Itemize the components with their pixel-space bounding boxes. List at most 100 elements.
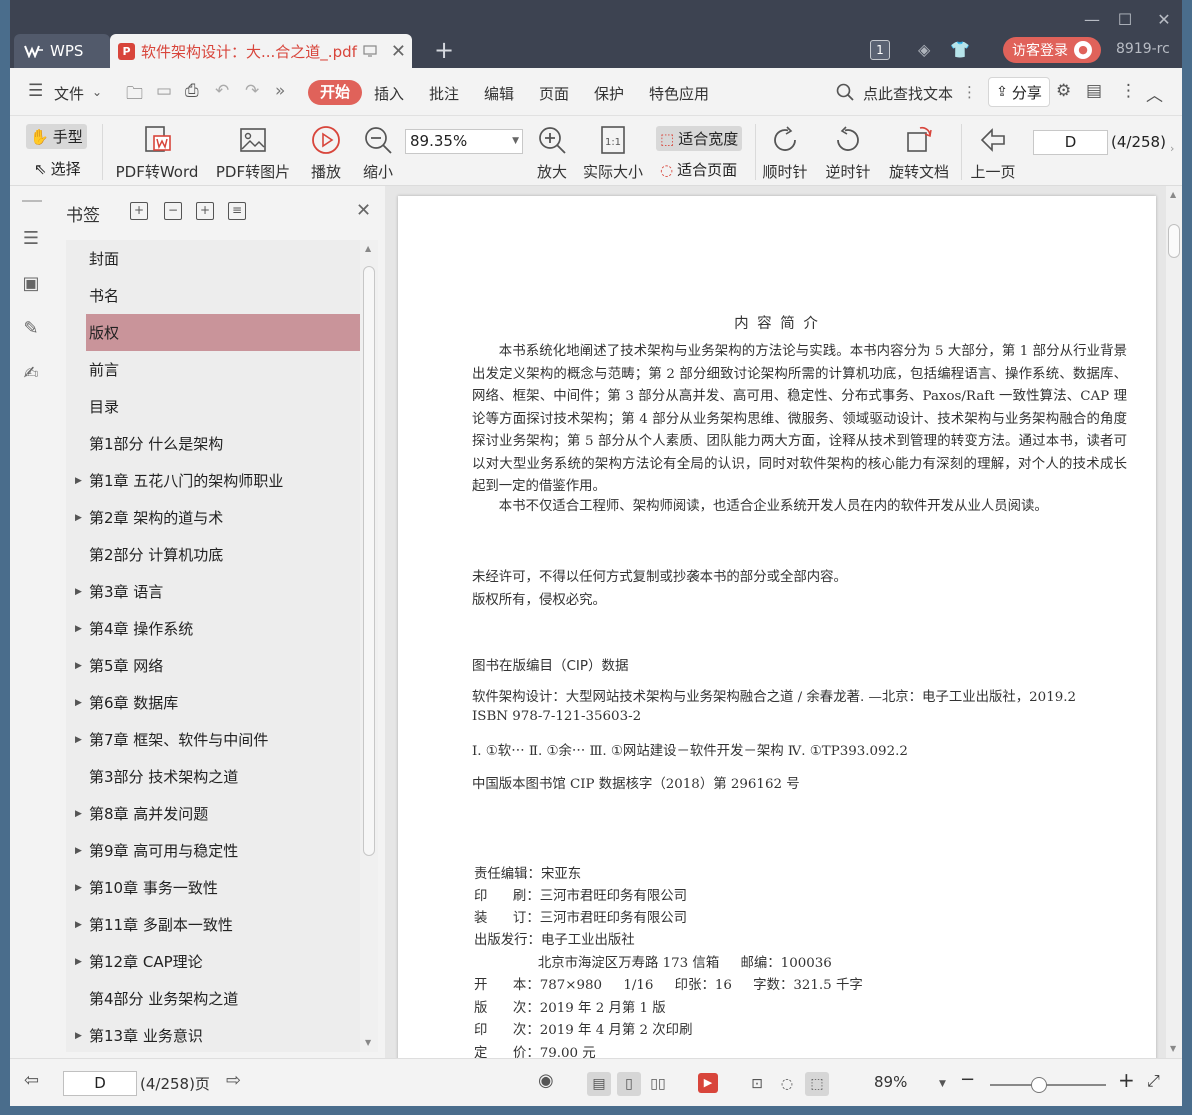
bookmark-item[interactable]: 第3部分 技术架构之道 <box>66 758 360 795</box>
share-button[interactable]: ⇪ 分享 <box>988 77 1050 107</box>
tab-features[interactable]: 特色应用 <box>649 83 709 104</box>
select-tool-button[interactable]: ⇖ 选择 <box>30 156 85 181</box>
fit-width-button[interactable]: ⬚ 适合宽度 <box>656 126 743 151</box>
bookmark-item[interactable]: 书名 <box>66 277 360 314</box>
comment-icon[interactable]: ▤ <box>1086 81 1102 101</box>
page-number-input[interactable]: D <box>1033 130 1108 155</box>
zoom-dropdown-arrow-icon[interactable]: ▼ <box>939 1079 946 1089</box>
bookmark-item[interactable]: 第2部分 计算机功底 <box>66 536 360 573</box>
expand-triangle-icon[interactable]: ▶ <box>75 624 82 634</box>
bookmark-item[interactable]: 版权 <box>86 314 360 351</box>
expand-triangle-icon[interactable]: ▶ <box>75 846 82 856</box>
zoom-level-select[interactable]: 89.35% ▼ <box>405 129 523 154</box>
print-icon[interactable]: ⎙ <box>185 81 199 101</box>
add-bookmark-icon[interactable]: + <box>196 202 214 220</box>
tab-annotate[interactable]: 批注 <box>429 83 459 104</box>
bookmark-item[interactable]: ▶ 第11章 多副本一致性 <box>66 906 360 943</box>
continuous-view-icon[interactable]: ▤ <box>587 1072 611 1096</box>
bookmark-item[interactable]: 前言 <box>66 351 360 388</box>
fit-page-button[interactable]: ◌ 适合页面 <box>656 157 741 182</box>
prev-page-arrow-icon[interactable]: ⇦ <box>24 1070 39 1091</box>
expand-triangle-icon[interactable]: ▶ <box>75 476 82 486</box>
fit-width-status-icon[interactable]: ⬚ <box>805 1072 829 1096</box>
hand-tool-button[interactable]: ✋ 手型 <box>26 124 87 149</box>
tab-edit[interactable]: 编辑 <box>484 83 514 104</box>
scroll-up-arrow-icon[interactable]: ▲ <box>1170 190 1176 199</box>
bookmark-item[interactable]: ▶ 第6章 数据库 <box>66 684 360 721</box>
more-chevron-icon[interactable]: » <box>275 81 285 101</box>
annotation-pen-icon[interactable]: ✎ <box>20 318 42 340</box>
new-tab-button[interactable]: + <box>434 36 454 64</box>
tab-wps-home[interactable]: WPS <box>14 34 110 68</box>
ribbon-scroll-right-icon[interactable]: › <box>1170 142 1174 155</box>
bookmark-item[interactable]: ▶ 第9章 高可用与稳定性 <box>66 832 360 869</box>
bookmark-item[interactable]: 封面 <box>66 240 360 277</box>
fullscreen-icon[interactable]: ⤢ <box>1147 1071 1160 1091</box>
save-icon[interactable]: ▭ <box>156 81 172 101</box>
expand-triangle-icon[interactable]: ▶ <box>75 735 82 745</box>
maximize-button[interactable]: ☐ <box>1115 10 1135 29</box>
two-page-view-icon[interactable]: ▯▯ <box>646 1072 670 1096</box>
bookmark-item[interactable]: ▶ 第2章 架构的道与术 <box>66 499 360 536</box>
single-page-view-icon[interactable]: ▯ <box>617 1072 641 1096</box>
tab-close-icon[interactable]: ✕ <box>391 41 406 62</box>
bookmark-scroll-thumb[interactable] <box>363 266 375 856</box>
open-folder-icon[interactable]: 🗀 <box>126 81 143 110</box>
scroll-down-arrow-icon[interactable]: ▼ <box>1170 1044 1176 1053</box>
actual-size-status-icon[interactable]: ⊡ <box>745 1072 769 1096</box>
bookmark-item[interactable]: ▶ 第10章 事务一致性 <box>66 869 360 906</box>
bookmark-item[interactable]: ▶ 第8章 高并发问题 <box>66 795 360 832</box>
zoom-out-button[interactable]: 缩小 <box>358 122 398 182</box>
scroll-up-arrow-icon[interactable]: ▲ <box>365 244 371 253</box>
expand-triangle-icon[interactable]: ▶ <box>75 957 82 967</box>
previous-page-button[interactable]: 上一页 <box>970 122 1016 182</box>
expand-triangle-icon[interactable]: ▶ <box>75 920 82 930</box>
find-text-link[interactable]: 点此查找文本 <box>863 83 953 104</box>
bookmark-item[interactable]: ▶ 第4章 操作系统 <box>66 610 360 647</box>
bookmark-item[interactable]: ▶ 第7章 框架、软件与中间件 <box>66 721 360 758</box>
shirt-icon[interactable]: 👕 <box>950 40 970 59</box>
expand-all-icon[interactable]: + <box>130 202 148 220</box>
zoom-in-plus-icon[interactable]: + <box>1118 1068 1135 1092</box>
tab-page[interactable]: 页面 <box>539 83 569 104</box>
collapse-ribbon-icon[interactable]: ︿ <box>1146 81 1163 106</box>
status-page-input[interactable]: D <box>63 1071 137 1096</box>
document-scrollbar[interactable]: ▲ ▼ <box>1166 186 1182 1058</box>
zoom-slider-knob[interactable] <box>1031 1077 1047 1093</box>
document-scroll-thumb[interactable] <box>1168 224 1180 258</box>
settings-gear-icon[interactable]: ⚙ <box>1056 81 1071 101</box>
bookmark-options-icon[interactable]: ≡ <box>228 202 246 220</box>
pdf-to-image-button[interactable]: PDF转图片 <box>213 122 293 182</box>
bookmark-item[interactable]: 第4部分 业务架构之道 <box>66 980 360 1017</box>
rotate-document-button[interactable]: 旋转文档 <box>886 122 952 182</box>
bookmark-list-icon[interactable]: ☰ <box>20 228 42 250</box>
tab-protect[interactable]: 保护 <box>594 83 624 104</box>
more-vertical-icon[interactable]: ⋮ <box>962 83 977 101</box>
close-window-button[interactable]: ✕ <box>1154 10 1174 29</box>
zoom-in-button[interactable]: 放大 <box>532 122 572 182</box>
signature-icon[interactable]: ✍ <box>20 363 42 385</box>
document-view[interactable]: 内 容 简 介 本书系统化地阐述了技术架构与业务架构的方法论与实践。本书内容分为… <box>385 186 1182 1058</box>
expand-triangle-icon[interactable]: ▶ <box>75 587 82 597</box>
expand-triangle-icon[interactable]: ▶ <box>75 698 82 708</box>
expand-triangle-icon[interactable]: ▶ <box>75 1031 82 1041</box>
bookmark-scrollbar[interactable]: ▲ ▼ <box>360 240 378 1052</box>
bookmark-item[interactable]: 第1部分 什么是架构 <box>66 425 360 462</box>
close-panel-icon[interactable]: ✕ <box>356 200 371 221</box>
collapse-all-icon[interactable]: − <box>164 202 182 220</box>
drag-handle[interactable] <box>22 200 42 202</box>
eye-protection-icon[interactable]: ◉ <box>538 1070 554 1091</box>
bookmark-item[interactable]: ▶ 第3章 语言 <box>66 573 360 610</box>
play-button[interactable]: 播放 <box>306 122 346 182</box>
bookmark-item[interactable]: ▶ 第5章 网络 <box>66 647 360 684</box>
pdf-to-word-button[interactable]: PDF转Word <box>114 122 200 182</box>
next-page-arrow-icon[interactable]: ⇨ <box>226 1070 241 1091</box>
tab-start[interactable]: 开始 <box>308 80 362 105</box>
undo-icon[interactable]: ↶ <box>215 81 229 101</box>
fit-page-status-icon[interactable]: ◌ <box>775 1072 799 1096</box>
expand-triangle-icon[interactable]: ▶ <box>75 513 82 523</box>
bookmark-item[interactable]: ▶ 第12章 CAP理论 <box>66 943 360 980</box>
search-icon[interactable] <box>836 83 854 101</box>
zoom-out-minus-icon[interactable]: − <box>960 1069 975 1090</box>
thumbnail-image-icon[interactable]: ▣ <box>20 273 42 295</box>
